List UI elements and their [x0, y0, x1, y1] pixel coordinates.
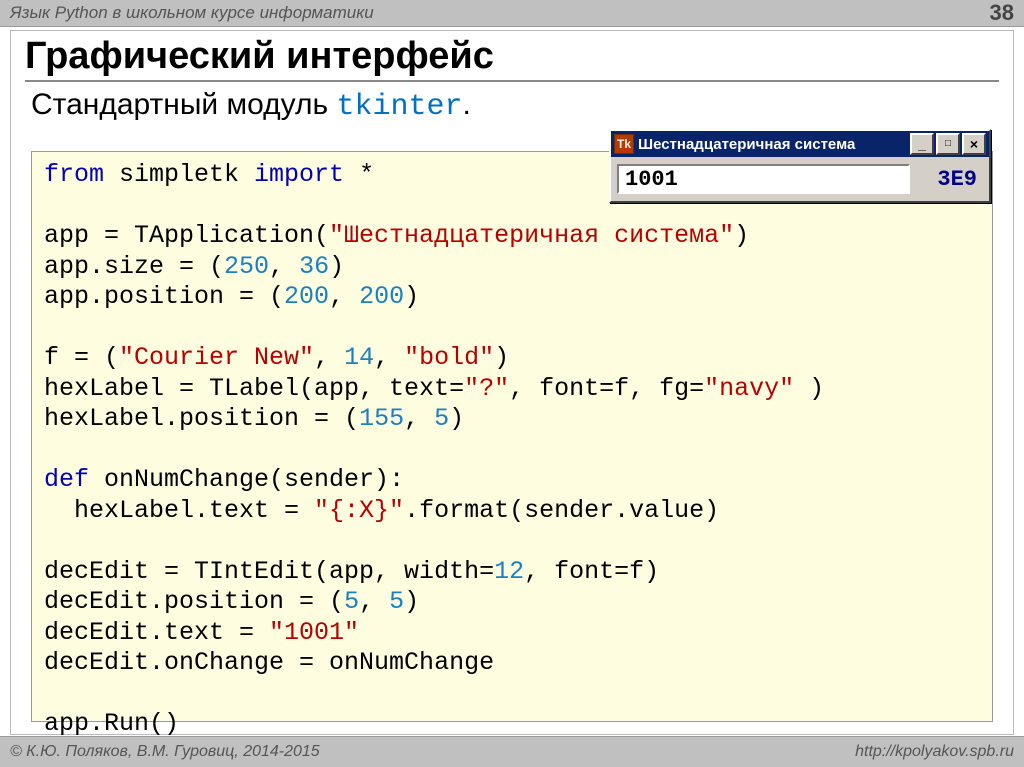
footer-url: http://kpolyakov.spb.ru [855, 743, 1014, 761]
footer-credits: © К.Ю. Поляков, В.М. Гуровиц, 2014-2015 [10, 743, 320, 761]
hex-result-label: 3E9 [937, 167, 983, 192]
slide-title: Графический интерфейс [11, 31, 1013, 78]
header-bar: Язык Python в школьном курсе информатики… [0, 0, 1024, 27]
minimize-button[interactable]: _ [910, 133, 934, 155]
subtitle-mono: tkinter [336, 90, 462, 124]
slide-number: 38 [990, 0, 1014, 26]
window-titlebar[interactable]: Tk Шестнадцатеричная система _ □ × [611, 131, 989, 157]
title-divider [25, 80, 999, 82]
window-title: Шестнадцатеричная система [638, 136, 855, 153]
decimal-input[interactable] [617, 164, 910, 194]
subtitle: Стандартный модуль tkinter. [11, 86, 1013, 126]
footer-bar: © К.Ю. Поляков, В.М. Гуровиц, 2014-2015 … [0, 736, 1024, 767]
subtitle-suffix: . [463, 88, 471, 121]
window-body: 3E9 [611, 157, 989, 201]
slide-body: Графический интерфейс Стандартный модуль… [10, 30, 1014, 735]
close-button[interactable]: × [962, 133, 986, 155]
tk-icon: Tk [614, 134, 634, 154]
maximize-button[interactable]: □ [936, 133, 960, 155]
code-block: from simpletk import * app = TApplicatio… [31, 151, 993, 722]
subtitle-prefix: Стандартный модуль [31, 88, 336, 121]
header-title: Язык Python в школьном курсе информатики [10, 3, 374, 23]
app-window: Tk Шестнадцатеричная система _ □ × 3E9 [609, 129, 991, 203]
